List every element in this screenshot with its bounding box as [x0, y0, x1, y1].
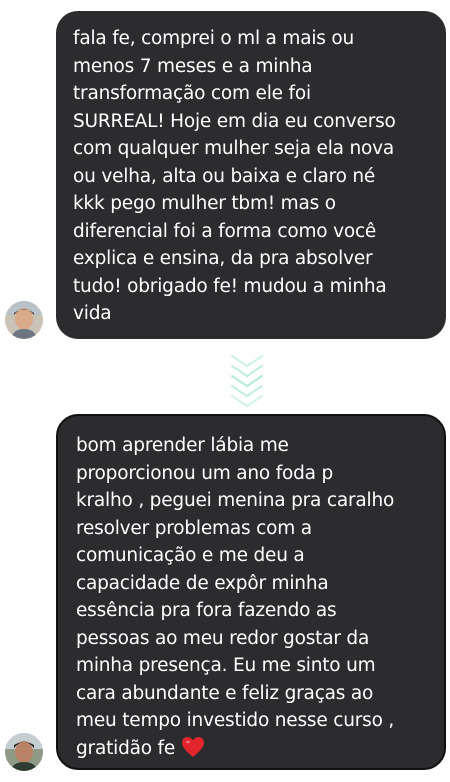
- heart-icon: [181, 736, 205, 767]
- avatar[interactable]: [5, 733, 43, 771]
- message-text: bom aprender lábia me proporcionou um an…: [76, 435, 395, 759]
- message-bubble: fala fe, comprei o ml a mais ou menos 7 …: [56, 11, 446, 339]
- message-bubble: bom aprender lábia me proporcionou um an…: [56, 414, 446, 770]
- avatar[interactable]: [5, 301, 43, 339]
- chevron-down-icon: [229, 352, 265, 410]
